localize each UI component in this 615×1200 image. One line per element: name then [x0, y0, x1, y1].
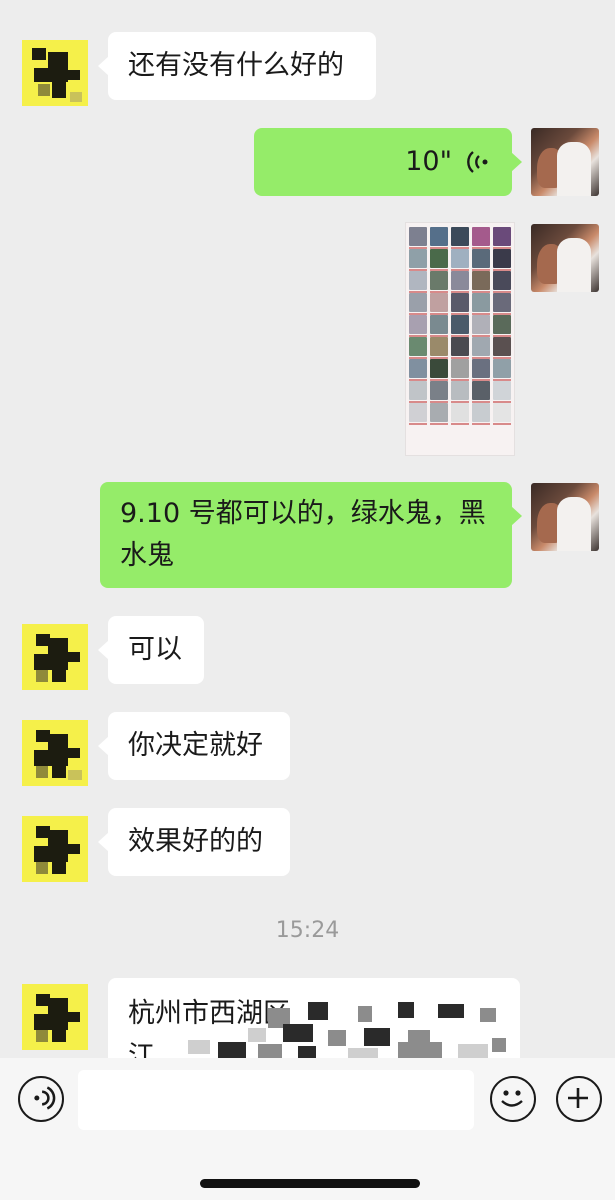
plus-icon[interactable]: [556, 1076, 602, 1122]
message-bubble[interactable]: 9.10 号都可以的，绿水鬼，黑 水鬼: [100, 482, 522, 588]
home-indicator[interactable]: [200, 1179, 420, 1188]
message-bubble[interactable]: 效果好的的: [98, 808, 290, 876]
contact-avatar[interactable]: [22, 816, 88, 882]
my-avatar[interactable]: [531, 224, 599, 292]
my-avatar[interactable]: [531, 128, 599, 196]
avatar-shirt: [557, 497, 591, 551]
avatar-shirt: [557, 238, 591, 292]
message-text-line1: 9.10 号都可以的，绿水鬼，黑: [120, 498, 486, 529]
contact-avatar[interactable]: [22, 624, 88, 690]
voice-mode-icon[interactable]: [18, 1076, 64, 1122]
contact-avatar[interactable]: [22, 720, 88, 786]
address-line1: 杭州市西湖区: [128, 998, 290, 1029]
message-input[interactable]: [78, 1070, 474, 1130]
voice-wave-icon: [467, 151, 488, 173]
contact-avatar[interactable]: [22, 40, 88, 106]
voice-duration: 10": [405, 146, 452, 177]
contact-avatar[interactable]: [22, 984, 88, 1050]
message-text: 效果好的的: [128, 826, 263, 857]
timestamp: 15:24: [275, 918, 340, 943]
message-bubble[interactable]: 还有没有什么好的: [98, 32, 376, 100]
message-text: 可以: [128, 634, 182, 665]
message-text-line2: 水鬼: [120, 540, 174, 571]
message-bubble[interactable]: 可以: [98, 616, 204, 684]
message-bubble[interactable]: 你决定就好: [98, 712, 290, 780]
avatar-shirt: [557, 142, 591, 196]
message-text: 你决定就好: [128, 730, 263, 761]
image-message[interactable]: [405, 222, 515, 456]
emoji-icon[interactable]: [490, 1076, 536, 1122]
message-text: 还有没有什么好的: [128, 50, 344, 81]
voice-message[interactable]: 10": [254, 128, 522, 196]
catalog-image-grid: [409, 227, 511, 451]
my-avatar[interactable]: [531, 483, 599, 551]
